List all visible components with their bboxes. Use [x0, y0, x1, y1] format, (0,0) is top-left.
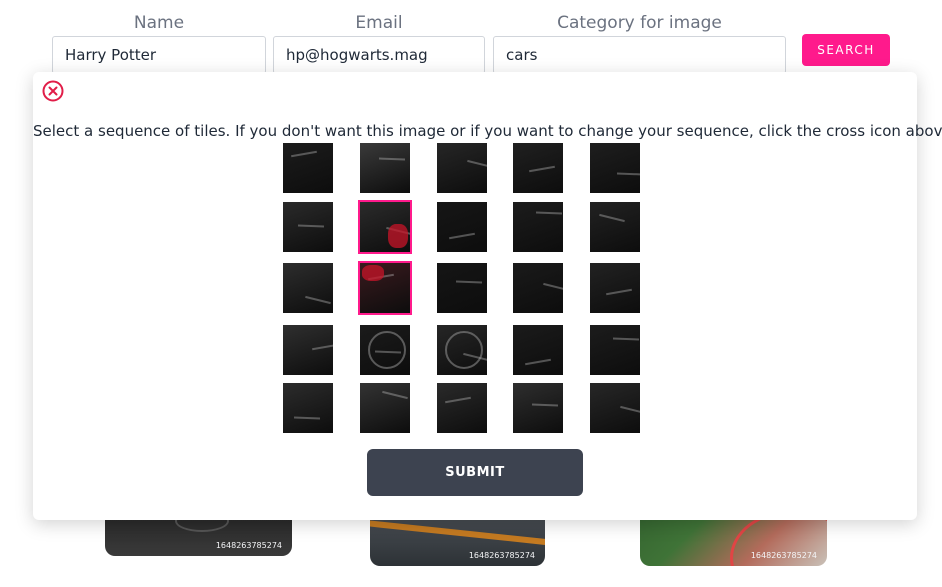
- tile-reflection: [378, 157, 406, 161]
- tile-red-highlight: [388, 224, 408, 248]
- image-timestamp: 1648263785274: [468, 551, 535, 560]
- tile-reflection: [312, 343, 333, 351]
- name-field-group: Name: [52, 10, 266, 74]
- name-input[interactable]: [52, 36, 266, 74]
- tile-reflection: [293, 416, 321, 420]
- tile-red-highlight: [362, 265, 384, 281]
- image-tile[interactable]: [437, 202, 487, 252]
- tile-reflection: [543, 282, 563, 292]
- tile-reflection: [606, 288, 632, 296]
- image-tile[interactable]: [590, 202, 640, 252]
- tile-reflection: [305, 295, 331, 305]
- image-tile[interactable]: [513, 383, 563, 433]
- image-tile[interactable]: [283, 325, 333, 375]
- tile-reflection: [449, 232, 475, 240]
- image-tile[interactable]: [513, 202, 563, 252]
- email-label: Email: [355, 13, 403, 33]
- tile-reflection: [455, 280, 483, 284]
- image-tile[interactable]: [360, 325, 410, 375]
- image-tile[interactable]: [437, 143, 487, 193]
- image-tile[interactable]: [283, 383, 333, 433]
- image-tile[interactable]: [283, 143, 333, 193]
- image-tile[interactable]: [590, 325, 640, 375]
- submit-button[interactable]: SUBMIT: [367, 449, 583, 496]
- image-tile[interactable]: [590, 263, 640, 313]
- image-tile[interactable]: [513, 263, 563, 313]
- image-timestamp: 1648263785274: [750, 551, 817, 560]
- tile-reflection: [616, 172, 640, 176]
- tile-reflection: [620, 405, 640, 415]
- tile-wheel: [368, 331, 406, 369]
- image-tile[interactable]: [283, 202, 333, 252]
- tile-reflection: [291, 150, 317, 158]
- image-detail: [370, 519, 545, 547]
- image-tile[interactable]: [360, 383, 410, 433]
- tile-reflection: [382, 390, 408, 400]
- image-tile[interactable]: [590, 383, 640, 433]
- category-input[interactable]: [493, 36, 786, 74]
- tile-reflection: [529, 165, 555, 173]
- tile-reflection: [297, 224, 325, 228]
- image-tile[interactable]: [358, 200, 412, 254]
- email-field-group: Email: [273, 10, 485, 74]
- image-tile[interactable]: [590, 143, 640, 193]
- image-tile[interactable]: [513, 325, 563, 375]
- image-tile[interactable]: [437, 263, 487, 313]
- tile-reflection: [535, 211, 563, 215]
- search-button[interactable]: SEARCH: [802, 34, 890, 66]
- name-label: Name: [133, 13, 185, 33]
- tile-reflection: [467, 159, 487, 169]
- image-tile[interactable]: [437, 325, 487, 375]
- instruction-text: Select a sequence of tiles. If you don't…: [33, 122, 942, 140]
- image-tile[interactable]: [513, 143, 563, 193]
- tile-reflection: [599, 213, 625, 223]
- email-input[interactable]: [273, 36, 485, 74]
- image-tile[interactable]: [358, 261, 412, 315]
- tile-reflection: [445, 396, 471, 404]
- tile-wheel: [445, 331, 483, 369]
- circle-x-icon[interactable]: [42, 80, 64, 102]
- tile-reflection: [525, 358, 551, 366]
- tile-reflection: [612, 337, 640, 341]
- category-field-group: Category for image: [493, 10, 786, 74]
- image-tile[interactable]: [437, 383, 487, 433]
- tile-selection-modal: Select a sequence of tiles. If you don't…: [33, 72, 942, 520]
- image-timestamp: 1648263785274: [215, 541, 282, 550]
- tile-reflection: [531, 403, 559, 407]
- image-tile[interactable]: [360, 143, 410, 193]
- image-tile[interactable]: [283, 263, 333, 313]
- category-label: Category for image: [557, 13, 722, 33]
